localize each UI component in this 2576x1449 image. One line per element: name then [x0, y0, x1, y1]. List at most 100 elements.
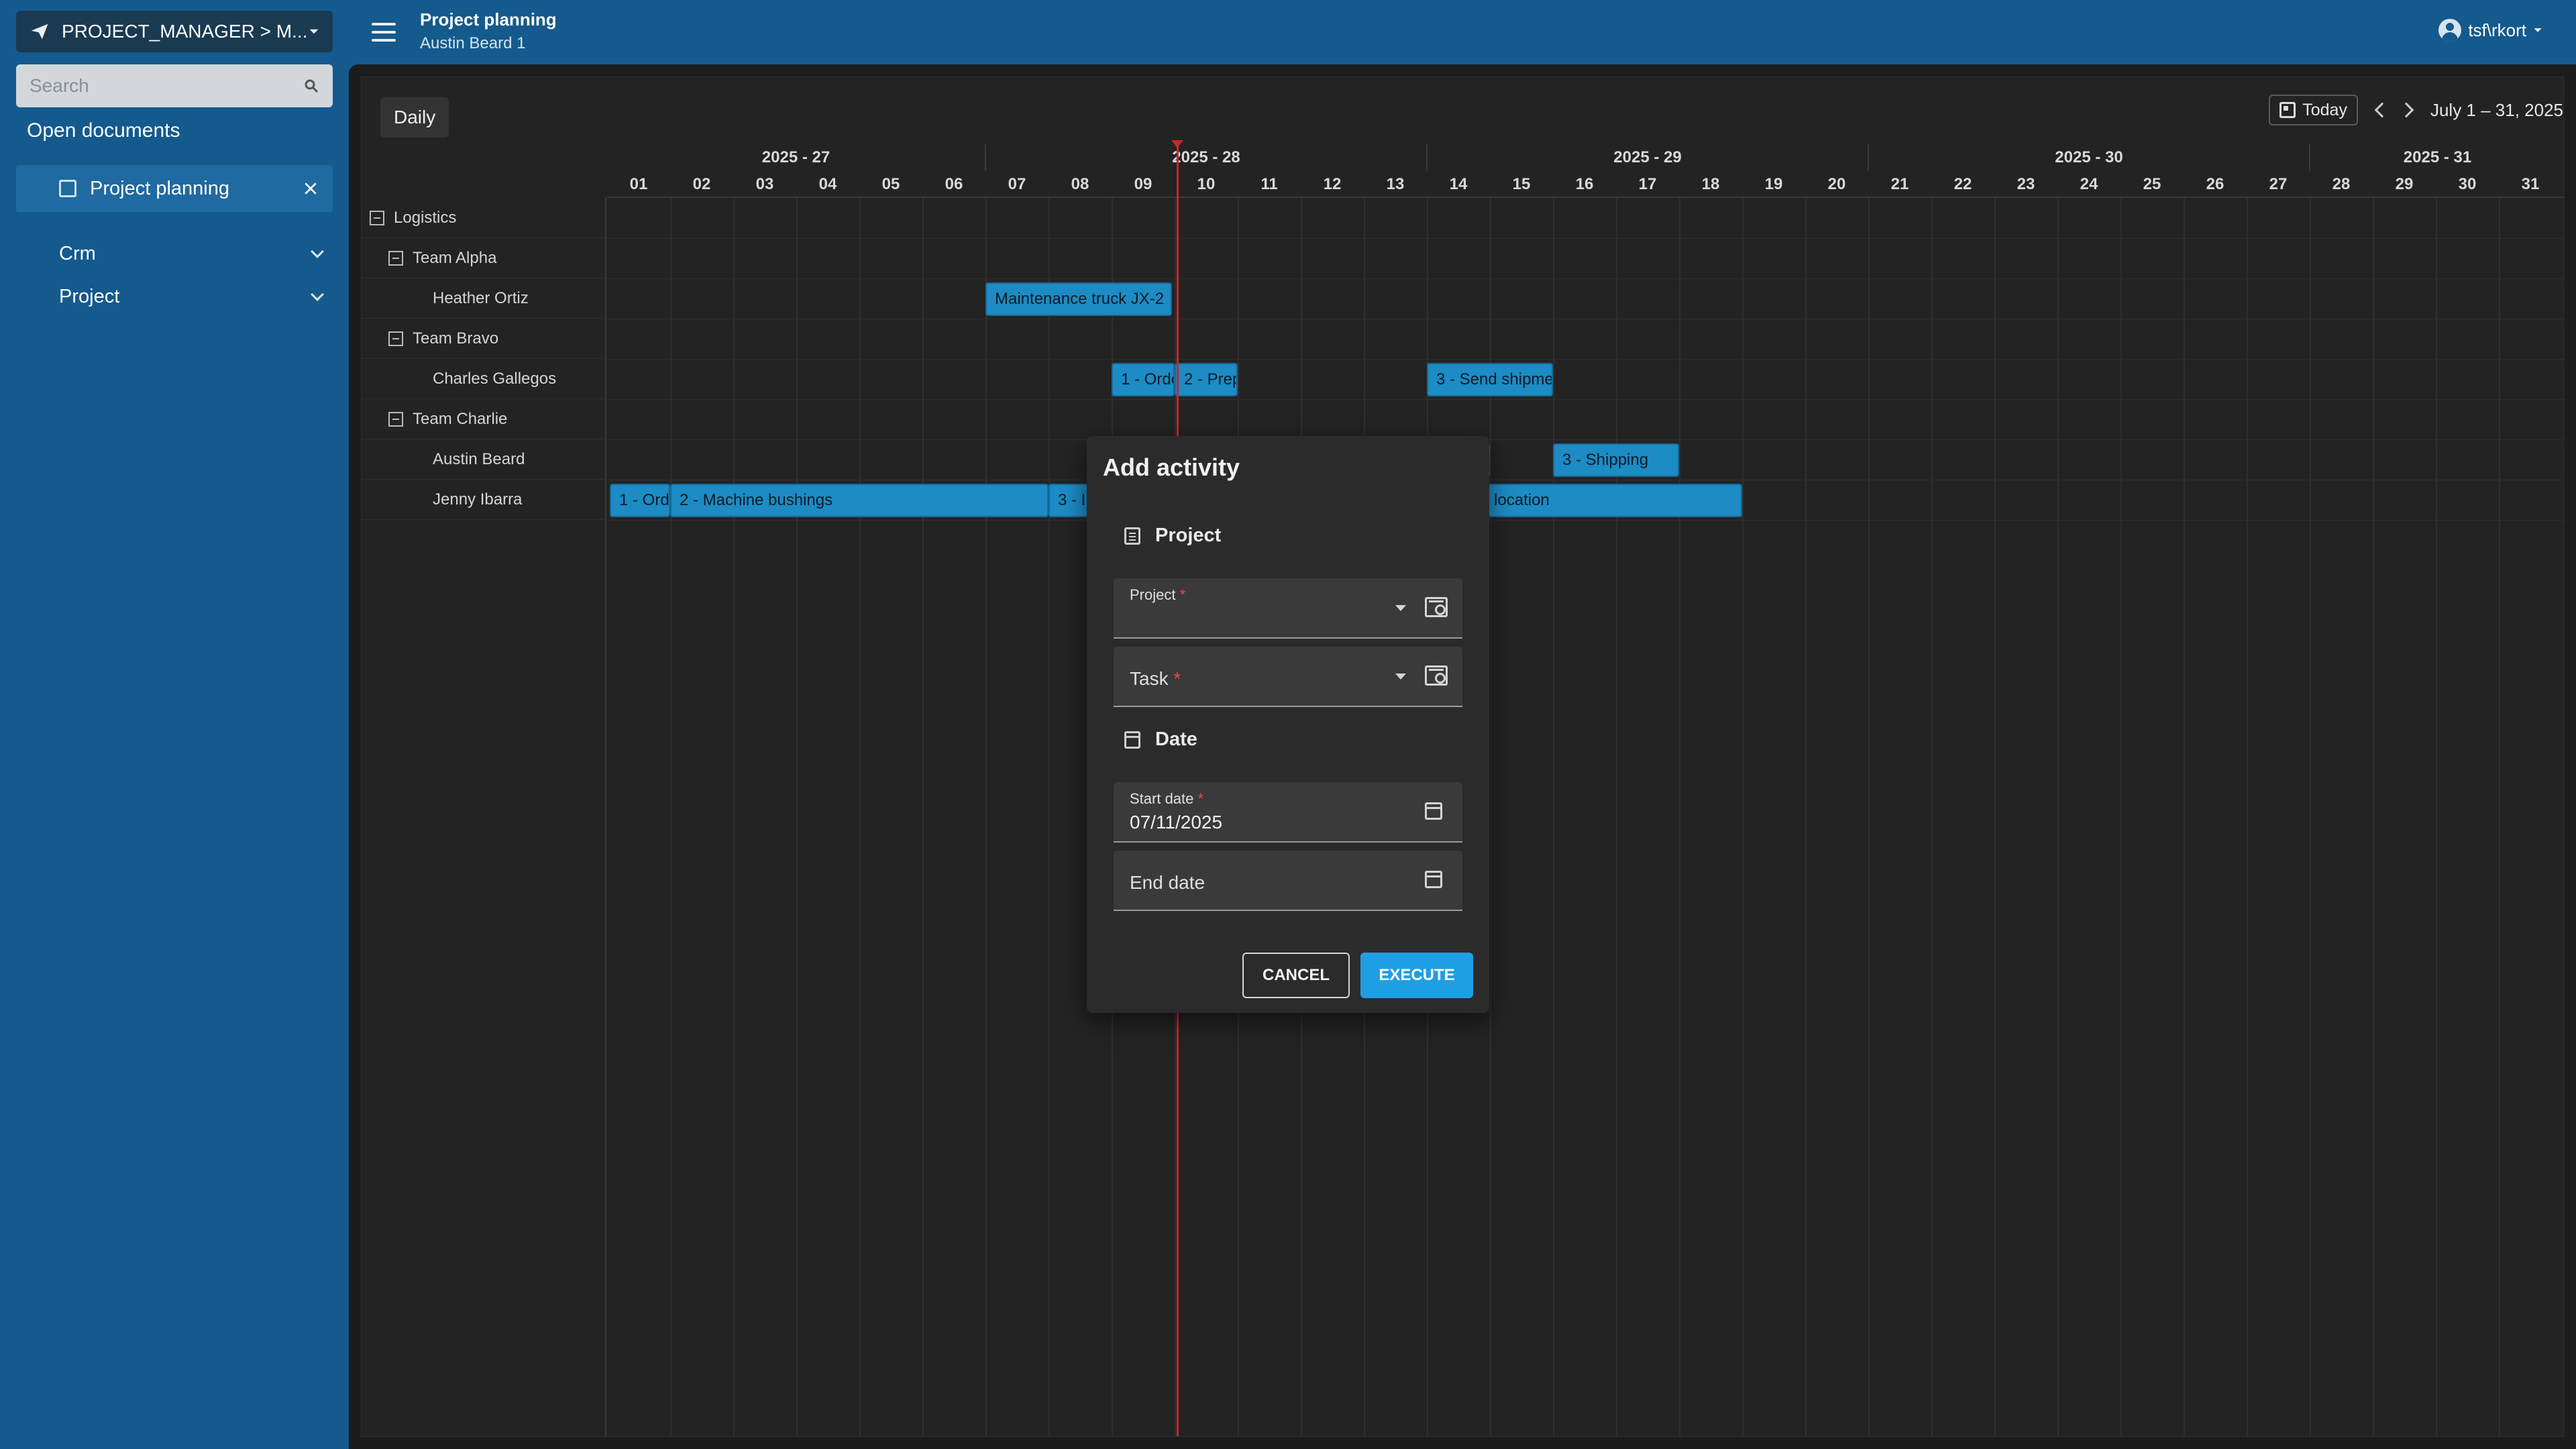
resource-label: Team Bravo: [413, 329, 499, 347]
page-title-block: Project planning Austin Beard 1: [420, 9, 557, 53]
activity-bar[interactable]: Maintenance truck JX-2: [985, 282, 1172, 316]
caret-down-icon: [2534, 28, 2542, 32]
week-header: 2025 - 27: [607, 144, 986, 171]
day-header: 24: [2080, 175, 2098, 193]
field-label: Project *: [1130, 586, 1186, 603]
collapse-icon[interactable]: [388, 331, 403, 346]
day-header: 27: [2269, 175, 2288, 193]
view-selector-button[interactable]: Daily: [380, 97, 449, 138]
hamburger-menu-icon[interactable]: [368, 17, 400, 47]
day-header: 28: [2332, 175, 2351, 193]
calendar-icon: [1124, 731, 1140, 749]
activity-bar[interactable]: 2 - Machine bushings: [670, 484, 1049, 517]
user-menu[interactable]: tsf\rkort: [2438, 19, 2542, 42]
section-label: Project: [1155, 525, 1222, 546]
resource-label: Charles Gallegos: [433, 369, 557, 388]
sidebar-item-label: Project: [59, 286, 120, 307]
day-header: 11: [1260, 175, 1278, 193]
resource-label: Logistics: [394, 208, 457, 227]
close-icon[interactable]: [303, 181, 318, 196]
day-header: 13: [1386, 175, 1405, 193]
day-header-row: 01 02 03 04 05 06 07 08 09 10 11 12 13 1…: [607, 171, 2565, 198]
day-header: 06: [945, 175, 963, 193]
field-label-text: Project: [1130, 586, 1176, 603]
lookup-icon[interactable]: [1425, 665, 1448, 686]
resource-row: Charles Gallegos: [362, 359, 606, 399]
resource-group-row[interactable]: Team Alpha: [362, 238, 606, 278]
today-label: Today: [2302, 100, 2347, 119]
open-document-label: Project planning: [90, 177, 229, 199]
task-field[interactable]: Task *: [1114, 647, 1462, 707]
open-documents-heading: Open documents: [27, 119, 180, 142]
today-button[interactable]: Today: [2269, 95, 2358, 125]
user-name: tsf\rkort: [2468, 19, 2526, 40]
week-header: 2025 - 29: [1428, 144, 1869, 171]
section-date-heading: Date: [1124, 729, 1197, 751]
day-header: 01: [629, 175, 648, 193]
collapse-icon[interactable]: [370, 210, 384, 225]
search-icon[interactable]: [303, 78, 319, 94]
calendar-icon: [59, 180, 76, 197]
start-date-field[interactable]: Start date * 07/11/2025: [1114, 782, 1462, 843]
account-icon: [2438, 19, 2462, 42]
day-header: 04: [818, 175, 837, 193]
day-header: 15: [1512, 175, 1531, 193]
activity-bar[interactable]: 1 - Order: [610, 484, 670, 517]
resource-group-row[interactable]: Logistics: [362, 198, 606, 238]
resource-group-row[interactable]: Team Charlie: [362, 399, 606, 439]
page-subtitle: Austin Beard 1: [420, 34, 526, 52]
activity-bar[interactable]: 2 - Prepare: [1175, 363, 1238, 396]
date-range-label: July 1 – 31, 2025: [2430, 99, 2563, 120]
open-document-item[interactable]: Project planning: [16, 165, 333, 212]
section-label: Date: [1155, 729, 1197, 750]
previous-icon[interactable]: [2374, 102, 2390, 118]
collapse-icon[interactable]: [388, 411, 403, 427]
resource-label: Heather Ortiz: [433, 288, 529, 307]
calendar-icon[interactable]: [1425, 871, 1442, 888]
page-title: Project planning: [420, 9, 557, 30]
project-field[interactable]: Project *: [1114, 578, 1462, 639]
day-header: 22: [1953, 175, 1972, 193]
start-date-value: 07/11/2025: [1130, 812, 1223, 833]
end-date-field[interactable]: End date: [1114, 851, 1462, 911]
sidebar-item-project[interactable]: Project: [59, 286, 327, 308]
chevron-down-icon: [311, 244, 324, 258]
day-header: 02: [692, 175, 711, 193]
caret-down-icon: [309, 29, 319, 34]
lookup-icon[interactable]: [1425, 597, 1448, 617]
week-header: 2025 - 28: [986, 144, 1428, 171]
next-icon[interactable]: [2398, 102, 2414, 118]
calendar-icon[interactable]: [1425, 802, 1442, 820]
field-label: Start date *: [1130, 790, 1204, 807]
day-header: 07: [1008, 175, 1026, 193]
day-header: 05: [881, 175, 900, 193]
field-label-text: Start date: [1130, 790, 1194, 807]
chevron-down-icon: [311, 287, 324, 301]
day-header: 31: [2521, 175, 2540, 193]
cancel-button[interactable]: CANCEL: [1242, 953, 1350, 998]
collapse-icon[interactable]: [388, 250, 403, 266]
resource-label: Team Alpha: [413, 248, 497, 267]
execute-button[interactable]: EXECUTE: [1360, 953, 1473, 998]
activity-bar[interactable]: 1 - Order: [1112, 363, 1175, 396]
week-header: 2025 - 30: [1869, 144, 2310, 171]
caret-down-icon[interactable]: [1395, 674, 1406, 680]
sidebar-item-crm[interactable]: Crm: [59, 243, 327, 265]
paper-plane-icon: [31, 23, 48, 40]
timeline-grid[interactable]: Maintenance truck JX-2 1 - Order 2 - Pre…: [607, 198, 2565, 1436]
resource-group-row[interactable]: Team Bravo: [362, 319, 606, 359]
add-activity-dialog: Add activity Project Project * Task * Da…: [1087, 436, 1489, 1013]
day-header: 20: [1827, 175, 1846, 193]
day-header: 29: [2395, 175, 2414, 193]
search-box[interactable]: [16, 64, 333, 107]
workspace-selector[interactable]: PROJECT_MANAGER > M...: [16, 11, 333, 52]
activity-bar[interactable]: 3 - Send shipment: [1427, 363, 1553, 396]
activity-bar[interactable]: 3 - Shipping: [1553, 443, 1679, 477]
resource-row: Austin Beard: [362, 439, 606, 480]
day-header: 26: [2206, 175, 2224, 193]
dialog-title: Add activity: [1103, 453, 1240, 481]
day-header: 09: [1134, 175, 1152, 193]
search-input[interactable]: [30, 75, 303, 97]
resource-row: Heather Ortiz: [362, 278, 606, 319]
caret-down-icon[interactable]: [1395, 605, 1406, 611]
